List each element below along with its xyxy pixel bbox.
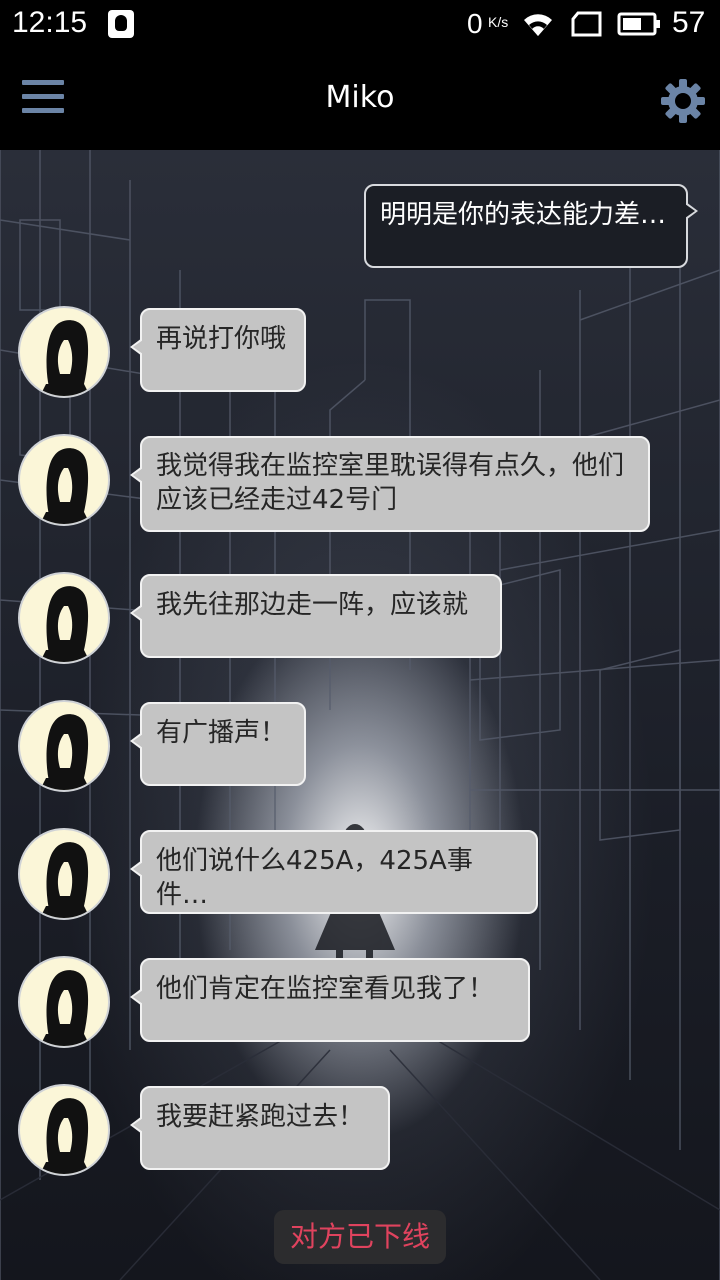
- incoming-message[interactable]: 我要赶紧跑过去！: [130, 1086, 390, 1170]
- girl-silhouette-icon: [40, 714, 90, 790]
- incoming-message[interactable]: 他们说什么425A，425A事件…: [130, 830, 538, 914]
- avatar[interactable]: [18, 956, 110, 1048]
- message-text: 我要赶紧跑过去！: [156, 1102, 365, 1132]
- wifi-icon: [524, 14, 552, 36]
- outgoing-message[interactable]: 明明是你的表达能力差…: [364, 184, 698, 268]
- status-time: 12:15: [12, 6, 88, 39]
- net-speed-unit: K/s: [488, 14, 509, 30]
- girl-silhouette-icon: [40, 448, 90, 524]
- incoming-message[interactable]: 有广播声！: [130, 702, 306, 786]
- message-text: 明明是你的表达能力差…: [380, 200, 667, 230]
- battery-icon: [617, 12, 660, 36]
- sim-card-icon: [571, 11, 602, 37]
- incoming-message[interactable]: 再说打你哦: [130, 308, 306, 392]
- conversation-title: Miko: [325, 80, 395, 115]
- avatar[interactable]: [18, 700, 110, 792]
- avatar[interactable]: [18, 434, 110, 526]
- girl-silhouette-icon: [40, 970, 90, 1046]
- incoming-message[interactable]: 我觉得我在监控室里耽误得有点久，他们应该已经走过42号门: [130, 436, 650, 532]
- girl-silhouette-icon: [40, 842, 90, 918]
- girl-silhouette-icon: [40, 1098, 90, 1174]
- gear-icon[interactable]: [660, 78, 706, 124]
- message-text: 再说打你哦: [156, 324, 287, 354]
- message-text: 我先往那边走一阵，应该就: [156, 590, 469, 620]
- message-text: 他们肯定在监控室看见我了！: [156, 974, 495, 1004]
- incoming-message[interactable]: 我先往那边走一阵，应该就: [130, 574, 502, 658]
- avatar[interactable]: [18, 306, 110, 398]
- girl-silhouette-icon: [40, 320, 90, 396]
- message-text: 我觉得我在监控室里耽误得有点久，他们应该已经走过42号门: [156, 451, 625, 515]
- offline-status-badge: 对方已下线: [274, 1210, 446, 1264]
- chat-area[interactable]: 明明是你的表达能力差… 再说打你哦 我觉得我在监控室里耽误得有点久，他们应该已经…: [0, 150, 720, 1280]
- message-text: 他们说什么425A，425A事件…: [156, 846, 473, 910]
- screen: 12:15 0 K/s 57 Miko 明明是你的表达能力差… 再说打你哦 我觉…: [0, 0, 720, 1280]
- avatar[interactable]: [18, 572, 110, 664]
- message-text: 有广播声！: [156, 718, 287, 748]
- title-bar: Miko: [0, 50, 720, 150]
- qq-notification-icon: [108, 10, 134, 38]
- status-bar: 12:15 0 K/s 57: [0, 0, 720, 50]
- girl-silhouette-icon: [40, 586, 90, 662]
- net-speed-value: 0: [467, 8, 483, 39]
- avatar[interactable]: [18, 828, 110, 920]
- incoming-message[interactable]: 他们肯定在监控室看见我了！: [130, 958, 530, 1042]
- avatar[interactable]: [18, 1084, 110, 1176]
- battery-level: 57: [672, 6, 706, 39]
